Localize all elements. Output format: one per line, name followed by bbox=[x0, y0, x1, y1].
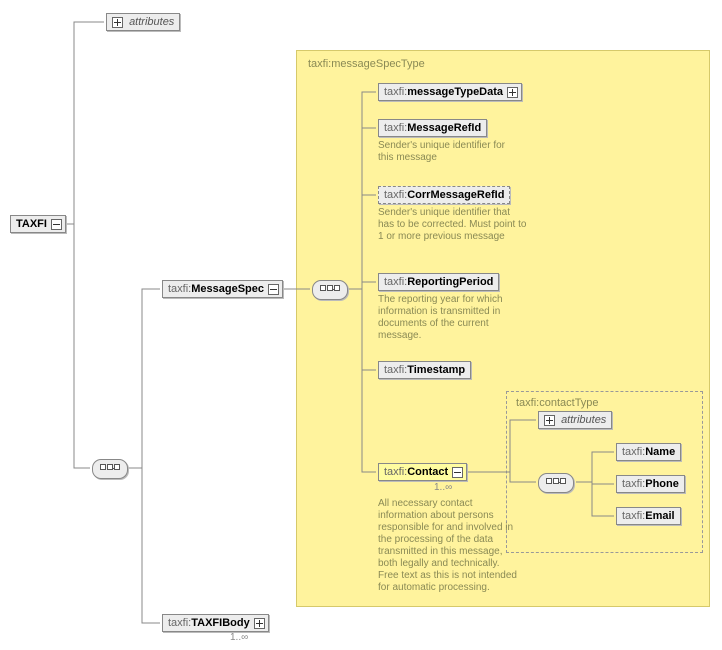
node-contact-phone[interactable]: taxfi:Phone bbox=[616, 475, 685, 493]
sequence-root[interactable] bbox=[92, 459, 128, 479]
collapse-icon[interactable] bbox=[51, 219, 62, 230]
desc-reportingperiod: The reporting year for which information… bbox=[378, 294, 518, 342]
taxfibody-cardinality: 1..∞ bbox=[230, 632, 248, 643]
contact-attributes-label: attributes bbox=[561, 414, 606, 426]
node-contact[interactable]: taxfi:Contact bbox=[378, 463, 467, 481]
expand-icon[interactable] bbox=[112, 17, 123, 28]
node-contact-name[interactable]: taxfi:Name bbox=[616, 443, 681, 461]
sequence-messagespec[interactable] bbox=[312, 280, 348, 300]
node-timestamp[interactable]: taxfi:Timestamp bbox=[378, 361, 471, 379]
node-contact-email[interactable]: taxfi:Email bbox=[616, 507, 681, 525]
node-taxfibody[interactable]: taxfi:TAXFIBody bbox=[162, 614, 269, 632]
node-contact-attributes[interactable]: attributes bbox=[538, 411, 612, 429]
expand-icon[interactable] bbox=[507, 87, 518, 98]
node-messagespec[interactable]: taxfi:MessageSpec bbox=[162, 280, 283, 298]
collapse-icon[interactable] bbox=[452, 467, 463, 478]
expand-icon[interactable] bbox=[254, 618, 265, 629]
desc-contact: All necessary contact information about … bbox=[378, 498, 518, 594]
desc-corrmessagerefid: Sender's unique identifier that has to b… bbox=[378, 207, 528, 243]
node-taxfi[interactable]: TAXFI bbox=[10, 215, 66, 233]
node-attributes[interactable]: attributes bbox=[106, 13, 180, 31]
node-corrmessagerefid[interactable]: taxfi:CorrMessageRefId bbox=[378, 186, 510, 204]
node-messagetypedata[interactable]: taxfi:messageTypeData bbox=[378, 83, 522, 101]
node-reportingperiod[interactable]: taxfi:ReportingPeriod bbox=[378, 273, 499, 291]
node-messagerefid[interactable]: taxfi:MessageRefId bbox=[378, 119, 487, 137]
collapse-icon[interactable] bbox=[268, 284, 279, 295]
connectors bbox=[0, 0, 722, 650]
expand-icon[interactable] bbox=[544, 415, 555, 426]
node-taxfi-label: TAXFI bbox=[16, 218, 47, 230]
desc-messagerefid: Sender's unique identifier for this mess… bbox=[378, 140, 518, 164]
contact-cardinality: 1..∞ bbox=[434, 482, 452, 493]
attributes-label: attributes bbox=[129, 16, 174, 28]
sequence-contact[interactable] bbox=[538, 473, 574, 493]
